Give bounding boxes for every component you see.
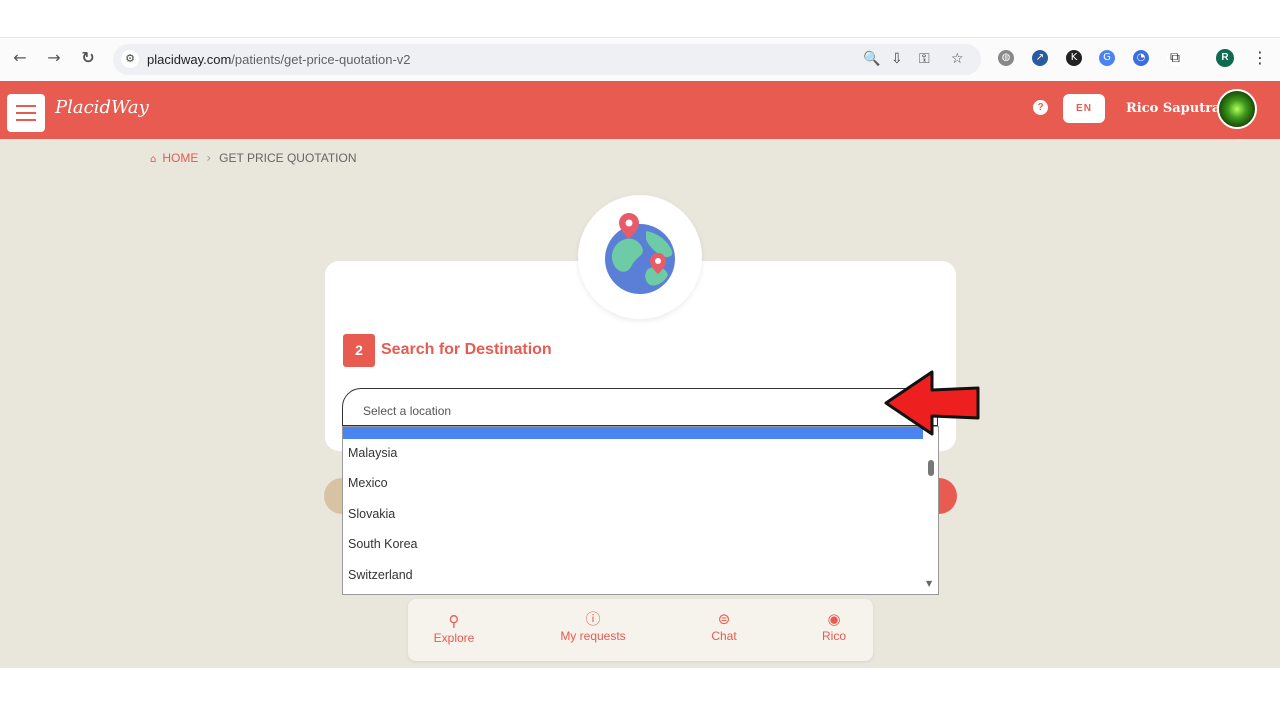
site-info-icon[interactable]: ⚙: [121, 50, 139, 68]
extension-circle-icon[interactable]: ◔: [1133, 50, 1149, 66]
language-button[interactable]: EN: [1063, 94, 1105, 123]
extension-icon[interactable]: ↗: [1032, 50, 1048, 66]
page-footer-blank: [0, 668, 1280, 720]
translate-extension-icon[interactable]: G: [1099, 50, 1115, 66]
option-malaysia[interactable]: Malaysia: [348, 446, 397, 460]
option-slovakia[interactable]: Slovakia: [348, 507, 395, 521]
breadcrumb: ⌂ HOME › GET PRICE QUOTATION: [150, 151, 357, 165]
bookmark-star-icon[interactable]: ☆: [951, 51, 964, 67]
nav-profile-label: Rico: [821, 629, 846, 643]
home-icon[interactable]: ⌂: [150, 154, 156, 165]
scroll-down-arrow-icon[interactable]: ▼: [926, 579, 932, 588]
forward-icon[interactable]: →: [44, 48, 64, 68]
location-select[interactable]: Select a location: [342, 388, 938, 426]
dropdown-scrollbar[interactable]: [928, 460, 934, 476]
option-south-korea[interactable]: South Korea: [348, 537, 418, 551]
bottom-navigation: ⚲ Explore ⓘ My requests ⊜ Chat ◉ Rico: [408, 599, 873, 661]
globe-extension-icon[interactable]: ◍: [998, 50, 1014, 66]
install-app-icon[interactable]: ⇩: [891, 51, 903, 67]
nav-profile[interactable]: ◉ Rico: [814, 609, 854, 643]
globe-icon: [578, 195, 702, 319]
user-avatar[interactable]: [1217, 89, 1257, 129]
key-icon[interactable]: ⚿: [919, 51, 930, 67]
breadcrumb-home[interactable]: HOME: [162, 151, 198, 165]
chat-icon: ⊜: [717, 610, 731, 628]
browser-toolbar: ← → ↻ ⚙ placidway.com/patients/get-price…: [0, 37, 1280, 82]
extension-k-icon[interactable]: K: [1066, 50, 1082, 66]
option-switzerland[interactable]: Switzerland: [348, 568, 413, 582]
reload-icon[interactable]: ↻: [78, 48, 98, 68]
location-select-placeholder: Select a location: [363, 404, 452, 418]
nav-chat[interactable]: ⊜ Chat: [704, 609, 744, 643]
chevron-right-icon: ›: [206, 151, 212, 165]
step-title: Search for Destination: [381, 341, 552, 358]
option-mexico[interactable]: Mexico: [348, 476, 388, 490]
breadcrumb-current: GET PRICE QUOTATION: [219, 151, 357, 165]
zoom-icon[interactable]: 🔍: [863, 51, 880, 67]
info-icon: ⓘ: [585, 610, 601, 628]
highlighted-option[interactable]: [343, 427, 923, 439]
nav-chat-label: Chat: [711, 629, 737, 643]
user-circle-icon: ◉: [827, 610, 841, 628]
nav-explore-label: Explore: [433, 631, 475, 645]
step-number-badge: 2: [343, 334, 375, 367]
nav-my-requests[interactable]: ⓘ My requests: [553, 609, 633, 643]
back-icon[interactable]: ←: [10, 48, 30, 68]
nav-explore[interactable]: ⚲ Explore: [428, 611, 480, 645]
profile-avatar[interactable]: R: [1216, 49, 1234, 67]
more-menu-icon[interactable]: ⋮: [1252, 48, 1268, 67]
help-icon[interactable]: ?: [1033, 100, 1048, 115]
user-name[interactable]: Rico Saputra: [1126, 101, 1221, 116]
search-icon: ⚲: [448, 612, 460, 630]
address-bar[interactable]: ⚙ placidway.com/patients/get-price-quota…: [113, 44, 981, 75]
nav-my-requests-label: My requests: [560, 629, 626, 643]
placidway-logo[interactable]: PlacidWay: [55, 97, 149, 118]
location-dropdown[interactable]: Malaysia Mexico Slovakia South Korea Swi…: [342, 426, 939, 595]
app-header: PlacidWay ? EN Rico Saputra: [0, 81, 1280, 139]
annotation-arrow-icon: [884, 370, 980, 436]
url-text[interactable]: placidway.com/patients/get-price-quotati…: [147, 52, 411, 67]
hamburger-menu-button[interactable]: [7, 94, 45, 132]
puzzle-extensions-icon[interactable]: ⧉: [1167, 50, 1183, 66]
